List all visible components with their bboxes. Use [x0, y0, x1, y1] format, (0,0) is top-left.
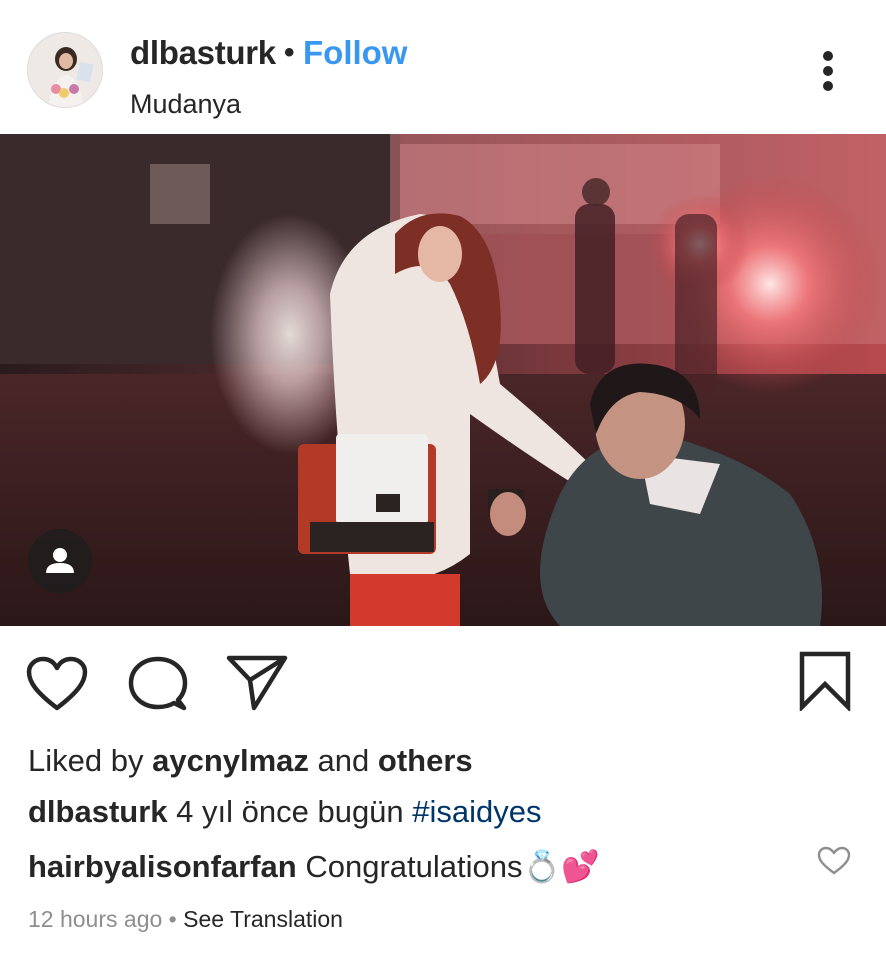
- post-username[interactable]: dlbasturk: [130, 34, 276, 72]
- proposal-photo: [0, 134, 886, 626]
- post-location[interactable]: Mudanya: [130, 89, 241, 120]
- post-header: dlbasturk • Follow Mudanya: [0, 0, 886, 134]
- comment-row: hairbyalisonfarfan Congratulations💍💕: [28, 848, 600, 885]
- action-bar: [0, 626, 886, 736]
- see-translation-link[interactable]: See Translation: [183, 906, 343, 932]
- follow-button[interactable]: Follow: [303, 34, 407, 72]
- likes-others-link[interactable]: others: [378, 743, 473, 778]
- post-photo[interactable]: [0, 134, 886, 626]
- user-tag-button[interactable]: [28, 529, 92, 593]
- person-icon: [46, 548, 74, 573]
- more-options-icon[interactable]: [812, 48, 844, 94]
- comment-username[interactable]: hairbyalisonfarfan: [28, 849, 297, 884]
- avatar-image: [28, 33, 102, 107]
- post-caption: dlbasturk 4 yıl önce bugün #isaidyes: [28, 794, 542, 830]
- liked-by-user[interactable]: aycnylmaz: [152, 743, 309, 778]
- likes-summary: Liked by aycnylmaz and others: [28, 743, 473, 779]
- caption-username[interactable]: dlbasturk: [28, 794, 168, 829]
- comment-meta: 12 hours ago • See Translation: [28, 906, 343, 933]
- avatar[interactable]: [27, 32, 103, 108]
- bookmark-icon[interactable]: [798, 651, 852, 716]
- header-separator: •: [284, 36, 295, 69]
- comment-text: Congratulations: [305, 849, 523, 884]
- likes-prefix: Liked by: [28, 743, 144, 778]
- paper-plane-icon[interactable]: [226, 654, 288, 717]
- heart-icon[interactable]: [26, 656, 88, 717]
- caption-text: 4 yıl önce bugün: [176, 794, 404, 829]
- comment-time: 12 hours ago: [28, 906, 163, 932]
- likes-conjunction: and: [317, 743, 370, 778]
- comment-emoji: 💍💕: [522, 849, 600, 884]
- caption-hashtag[interactable]: #isaidyes: [412, 794, 541, 829]
- meta-separator: •: [168, 906, 177, 932]
- small-heart-icon[interactable]: [817, 846, 851, 876]
- comment-bubble-icon[interactable]: [128, 656, 188, 719]
